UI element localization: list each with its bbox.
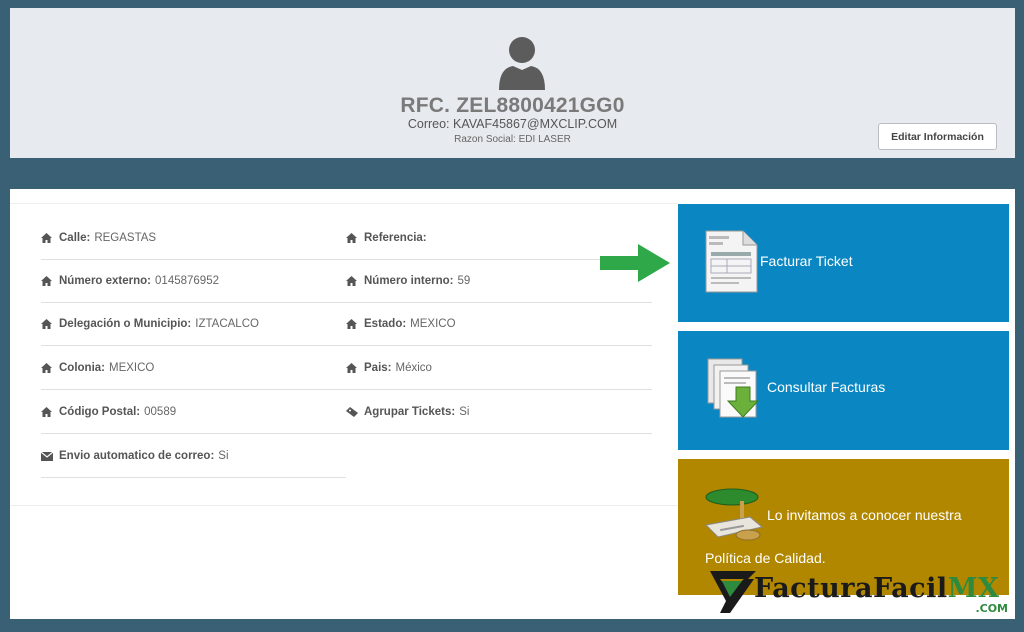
field-label: Número interno: (364, 275, 454, 287)
field-value: MEXICO (410, 318, 456, 330)
home-icon (41, 233, 59, 243)
field-pais: Pais: México (346, 347, 652, 390)
home-icon (346, 363, 364, 373)
field-value: 0145876952 (155, 275, 219, 287)
field-value: IZTACALCO (195, 318, 259, 330)
home-icon (41, 319, 59, 329)
field-envio-correo: Envio automatico de correo: Si (41, 435, 346, 478)
field-value: 00589 (144, 406, 177, 418)
field-label: Pais: (364, 362, 392, 374)
field-label: Referencia: (364, 232, 427, 244)
field-numero-externo: Número externo: 0145876952 (41, 260, 346, 303)
field-value: 59 (457, 275, 471, 287)
details-panel: Calle: REGASTAS Referencia: Número exter… (10, 189, 1015, 619)
profile-panel: RFC. ZEL8800421GG0 Correo: KAVAF45867@MX… (10, 8, 1015, 158)
field-codigo-postal: Código Postal: 00589 (41, 391, 346, 434)
field-label: Delegación o Municipio: (59, 318, 192, 330)
field-agrupar-tickets: Agrupar Tickets: Si (346, 391, 652, 434)
user-avatar-icon (499, 37, 545, 90)
field-calle: Calle: REGASTAS (41, 217, 346, 260)
home-icon (346, 233, 364, 243)
rfc-title: RFC. ZEL8800421GG0 (400, 94, 625, 117)
ticket-icon (346, 407, 364, 417)
consultar-facturas-label: Consultar Facturas (767, 379, 886, 395)
field-value: México (395, 362, 432, 374)
field-label: Calle: (59, 232, 91, 244)
field-label: Número externo: (59, 275, 152, 287)
logo-check-icon (710, 571, 756, 613)
facturar-ticket-tile[interactable]: Facturar Ticket (678, 204, 1009, 322)
razon-social-text: Razon Social: EDI LASER (454, 134, 571, 145)
logo-wordmark: FacturaFacilMX (754, 573, 999, 604)
field-label: Envio automatico de correo: (59, 450, 215, 462)
field-colonia: Colonia: MEXICO (41, 347, 346, 390)
envelope-icon (41, 451, 59, 461)
facturar-ticket-label: Facturar Ticket (760, 253, 853, 269)
divider (10, 203, 678, 204)
field-value: Si (459, 406, 470, 418)
invoice-document-icon (705, 230, 758, 293)
home-icon (41, 276, 59, 286)
divider (10, 505, 678, 506)
arrow-right-icon (600, 244, 670, 282)
field-label: Agrupar Tickets: (364, 406, 456, 418)
logo-name-main: FacturaFacil (754, 573, 948, 604)
field-label: Colonia: (59, 362, 105, 374)
home-icon (346, 319, 364, 329)
invoice-download-icon (707, 358, 760, 418)
email-text: Correo: KAVAF45867@MXCLIP.COM (407, 117, 618, 131)
home-icon (41, 363, 59, 373)
politica-line2: Política de Calidad. (705, 550, 826, 566)
field-delegacion: Delegación o Municipio: IZTACALCO (41, 303, 346, 346)
logo-name-accent: MX (947, 573, 1000, 604)
desk-lamp-icon (704, 488, 764, 541)
field-label: Estado: (364, 318, 407, 330)
field-value: REGASTAS (94, 232, 157, 244)
field-value: Si (218, 450, 229, 462)
consultar-facturas-tile[interactable]: Consultar Facturas (678, 331, 1009, 450)
facturafacil-logo: FacturaFacilMX .COM (708, 567, 1012, 617)
edit-info-button[interactable]: Editar Información (878, 123, 997, 150)
field-estado: Estado: MEXICO (346, 303, 652, 346)
home-icon (346, 276, 364, 286)
home-icon (41, 407, 59, 417)
politica-line1: Lo invitamos a conocer nuestra (767, 507, 962, 523)
logo-suffix: .COM (975, 602, 1008, 615)
field-value: MEXICO (109, 362, 155, 374)
field-label: Código Postal: (59, 406, 141, 418)
